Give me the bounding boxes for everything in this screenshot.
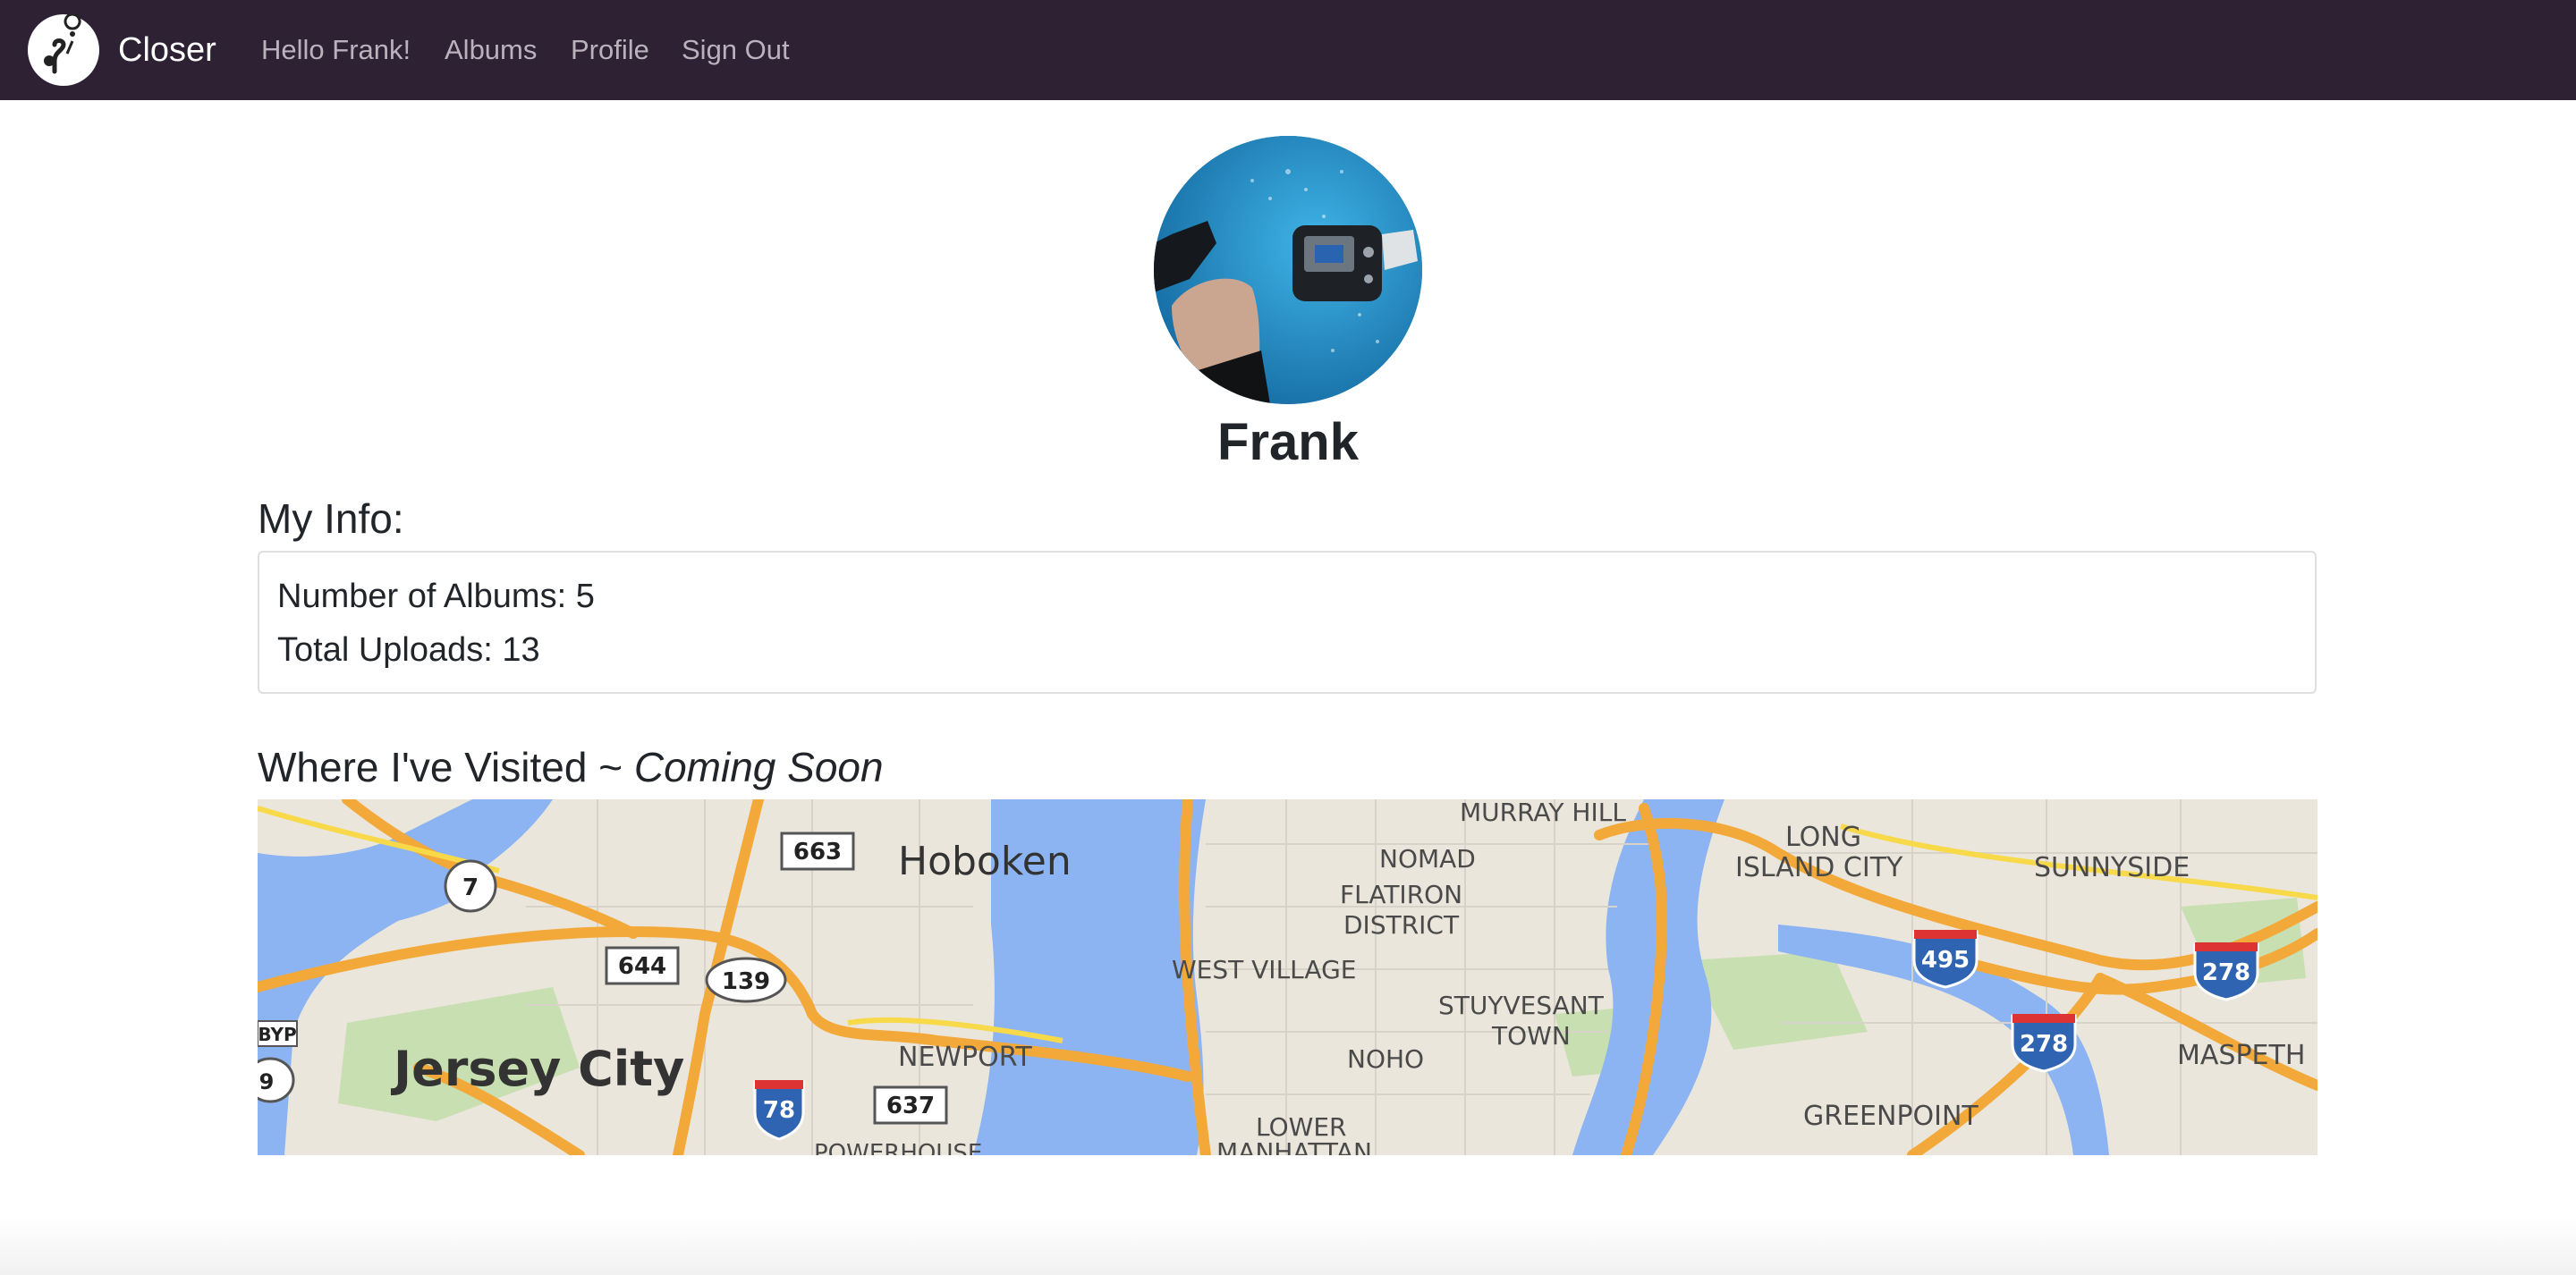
my-info-heading: My Info:: [258, 495, 404, 542]
info-card: Number of Albums: 5 Total Uploads: 13: [258, 551, 2317, 694]
top-navbar: Closer Hello Frank! Albums Profile Sign …: [0, 0, 2576, 100]
nav-greeting[interactable]: Hello Frank!: [261, 31, 411, 69]
map-label-powerhouse: POWERHOUSE: [814, 1140, 982, 1155]
map-label-noho: NOHO: [1347, 1044, 1424, 1074]
map-label-murray-hill: MURRAY HILL: [1460, 799, 1626, 827]
map-label-island-city: ISLAND CITY: [1735, 852, 1903, 883]
map-byp: BYP: [258, 1024, 296, 1045]
map-label-long: LONG: [1785, 822, 1861, 853]
map-label-town: TOWN: [1491, 1021, 1571, 1051]
profile-name: Frank: [1217, 413, 1359, 471]
map-label-sunnyside: SUNNYSIDE: [2034, 852, 2190, 883]
map-label-flatiron: FLATIRON: [1340, 880, 1462, 909]
albums-count: Number of Albums: 5: [277, 578, 595, 615]
map-route-663: 663: [793, 839, 842, 865]
brand-logo-icon[interactable]: [28, 14, 99, 86]
visited-heading: Where I've Visited ~ Coming Soon: [258, 742, 884, 792]
map-image: 7 663 644 139 637 BYP 9 78 495 278 278 H…: [258, 799, 2318, 1155]
map-route-9: 9: [259, 1069, 275, 1094]
map-label-nomad: NOMAD: [1379, 844, 1476, 874]
map-label-manhattan: MANHATTAN: [1216, 1137, 1372, 1155]
map-label-west-village: WEST VILLAGE: [1172, 955, 1356, 984]
map-interstate-495: 495: [1921, 947, 1970, 974]
nav-profile[interactable]: Profile: [571, 31, 649, 69]
brand-name[interactable]: Closer: [118, 29, 216, 72]
nav-sign-out[interactable]: Sign Out: [682, 31, 790, 69]
profile-avatar: [1154, 136, 1422, 404]
map-interstate-278-east: 278: [2202, 959, 2250, 986]
map-interstate-278-west: 278: [2020, 1031, 2068, 1058]
visited-heading-coming-soon: Coming Soon: [633, 744, 884, 790]
nav-albums[interactable]: Albums: [445, 31, 537, 69]
map-label-maspeth: MASPETH: [2177, 1040, 2305, 1071]
page-footer-shade: [0, 1216, 2576, 1275]
map-route-637: 637: [886, 1093, 935, 1119]
visited-map[interactable]: 7 663 644 139 637 BYP 9 78 495 278 278 H…: [258, 799, 2318, 1155]
map-label-hoboken: Hoboken: [898, 839, 1072, 884]
map-label-jersey-city: Jersey City: [390, 1041, 684, 1097]
visited-heading-text: Where I've Visited ~: [258, 744, 623, 790]
map-route-7: 7: [462, 874, 479, 901]
map-label-newport: NEWPORT: [898, 1042, 1032, 1073]
map-label-stuyvesant: STUYVESANT: [1438, 991, 1605, 1020]
uploads-count: Total Uploads: 13: [277, 631, 540, 669]
map-interstate-78: 78: [763, 1097, 795, 1124]
map-route-139: 139: [722, 968, 770, 995]
map-label-district: DISTRICT: [1343, 910, 1460, 940]
map-route-644: 644: [618, 953, 666, 980]
map-label-greenpoint: GREENPOINT: [1803, 1101, 1979, 1132]
